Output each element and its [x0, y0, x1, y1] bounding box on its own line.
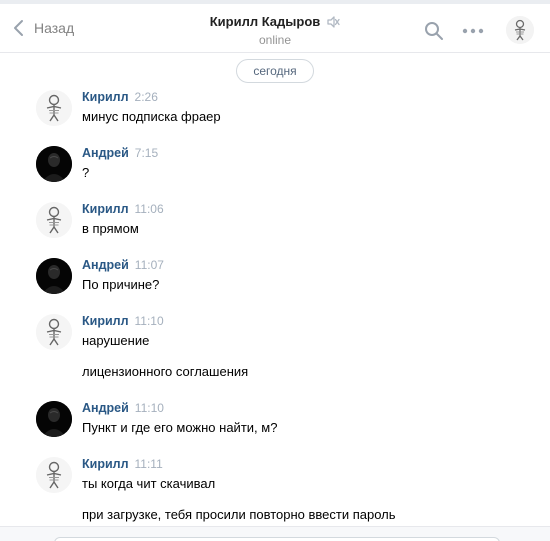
message-item: Кирилл 11:11 ты когда чит скачивал при з…: [36, 457, 536, 527]
contact-avatar[interactable]: [506, 16, 534, 44]
message-item: Кирилл 11:06 в прямом: [36, 202, 536, 242]
message-time[interactable]: 11:10: [135, 401, 164, 415]
message-author[interactable]: Кирилл: [82, 90, 129, 104]
chevron-left-icon: [14, 20, 23, 36]
back-button[interactable]: Назад: [12, 16, 74, 40]
message-time[interactable]: 11:06: [135, 202, 164, 216]
message-author[interactable]: Кирилл: [82, 314, 129, 328]
message-author[interactable]: Кирилл: [82, 202, 129, 216]
message-time[interactable]: 7:15: [135, 146, 158, 160]
avatar[interactable]: [36, 146, 72, 182]
avatar[interactable]: [36, 258, 72, 294]
message-time[interactable]: 2:26: [135, 90, 158, 104]
message-text: По причине?: [82, 277, 160, 292]
message-item: Андрей 7:15 ?: [36, 146, 536, 186]
avatar[interactable]: [36, 401, 72, 437]
message-text: ?: [82, 165, 90, 180]
message-item: Андрей 11:10 Пункт и где его можно найти…: [36, 401, 536, 441]
conversation-title-block[interactable]: Кирилл Кадыров online: [190, 14, 360, 47]
search-icon[interactable]: [424, 21, 444, 41]
message-time[interactable]: 11:10: [135, 314, 164, 328]
message-item: Андрей 11:07 По причине?: [36, 258, 536, 298]
message-author[interactable]: Андрей: [82, 401, 129, 415]
message-input[interactable]: [54, 537, 500, 541]
online-status: online: [258, 33, 292, 47]
avatar[interactable]: [36, 90, 72, 126]
muted-speaker-icon: [326, 15, 340, 29]
message-author[interactable]: Андрей: [82, 146, 129, 160]
message-author[interactable]: Кирилл: [82, 457, 129, 471]
message-item: Кирилл 2:26 минус подписка фраер: [36, 90, 536, 130]
date-separator: сегодня: [236, 59, 314, 83]
message-time[interactable]: 11:11: [135, 457, 163, 471]
message-item: Кирилл 11:10 нарушение лицензионного сог…: [36, 314, 536, 384]
more-icon[interactable]: [462, 21, 484, 41]
message-text: при загрузке, тебя просили повторно ввес…: [82, 507, 396, 522]
avatar[interactable]: [36, 457, 72, 493]
message-author[interactable]: Андрей: [82, 258, 129, 272]
message-text: Пункт и где его можно найти, м?: [82, 420, 278, 435]
avatar[interactable]: [36, 314, 72, 350]
message-text: в прямом: [82, 221, 139, 236]
page-title: Кирилл Кадыров: [209, 14, 321, 29]
avatar[interactable]: [36, 202, 72, 238]
back-label: Назад: [34, 20, 75, 36]
message-text: лицензионного соглашения: [82, 364, 249, 379]
message-time[interactable]: 11:07: [135, 258, 164, 272]
message-text: нарушение: [82, 333, 150, 348]
message-text: ты когда чит скачивал: [82, 476, 216, 491]
message-text: минус подписка фраер: [82, 109, 221, 124]
conversation-header: Назад Кирилл Кадыров online: [0, 4, 550, 53]
